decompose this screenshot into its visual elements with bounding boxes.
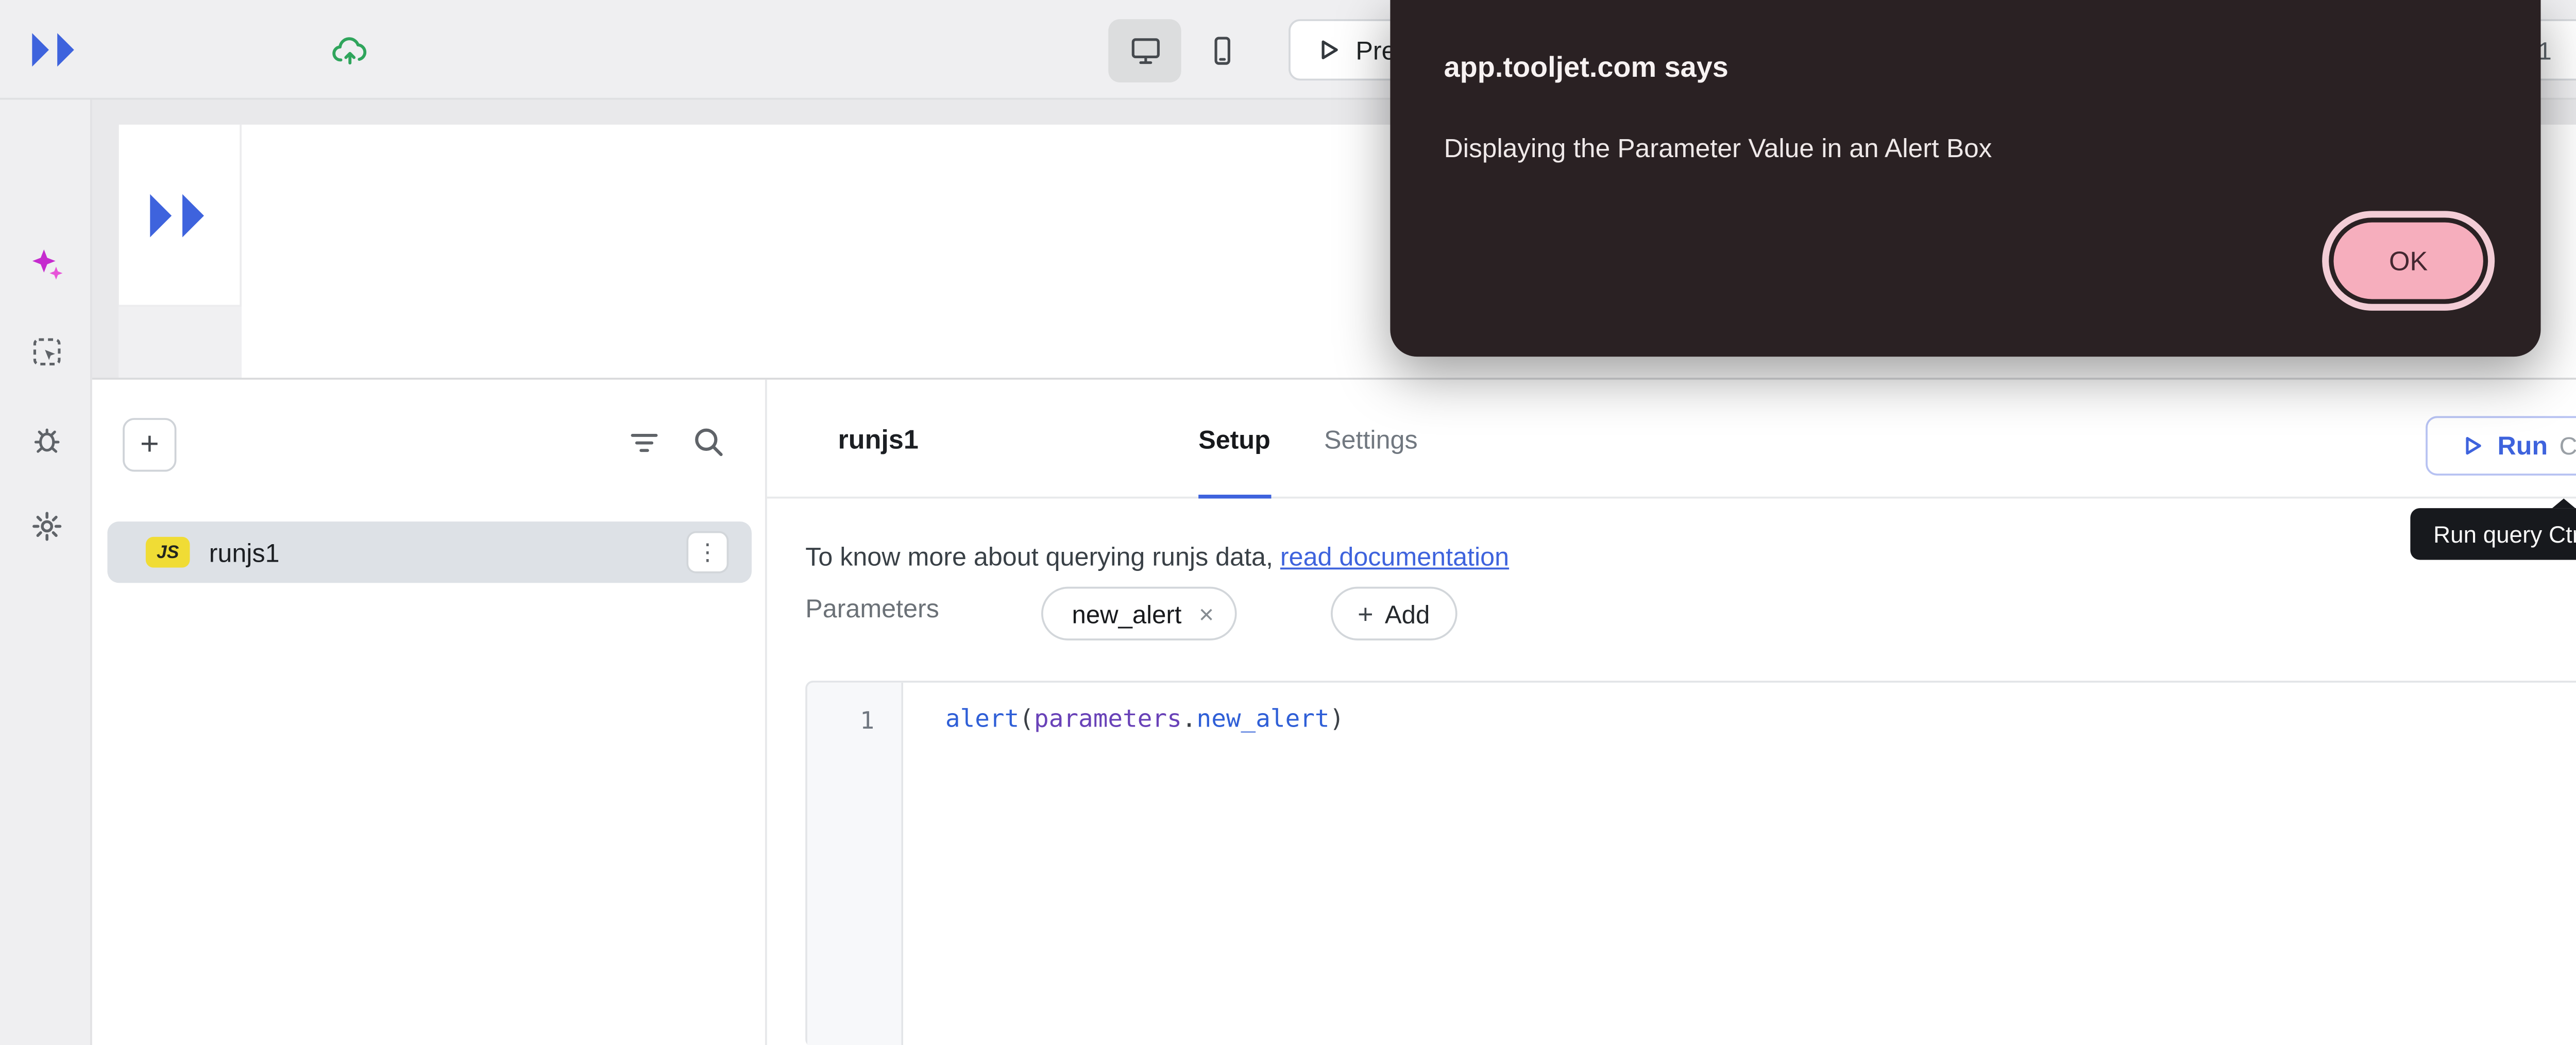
doc-hint-text: To know more about querying runjs data, (805, 543, 1280, 571)
query-item-name: runjs1 (209, 538, 280, 567)
query-item-menu-button[interactable]: ⋮ (686, 531, 728, 574)
query-editor-panel: runjs1 Setup Settings Run Ctrl+Enter Pre… (767, 380, 2576, 1045)
tab-settings[interactable]: Settings (1324, 380, 1418, 499)
tooljet-logo-image (145, 189, 214, 241)
search-icon[interactable] (690, 424, 727, 460)
tooljet-logo-icon (27, 27, 84, 73)
code-token-property: new_alert (1197, 705, 1330, 734)
add-parameter-label: Add (1385, 599, 1430, 628)
code-token-paren: ( (1019, 705, 1034, 734)
query-tabs: Setup Settings (1198, 380, 1417, 499)
parameters-label: Parameters (805, 595, 939, 623)
tooltip-text: Run query Ctrl+Enter (2433, 520, 2576, 547)
plus-icon: + (1358, 600, 1373, 627)
doc-hint: To know more about querying runjs data, … (805, 543, 1509, 571)
browser-alert-dialog: app.tooljet.com says Displaying the Para… (1390, 0, 2540, 357)
parameter-pill-new-alert[interactable]: new_alert × (1041, 587, 1237, 641)
run-query-tooltip: Run query Ctrl+Enter (2410, 508, 2576, 560)
read-documentation-link[interactable]: read documentation (1280, 543, 1509, 571)
settings-gear-icon[interactable] (21, 500, 71, 550)
alert-title: app.tooljet.com says (1444, 52, 2483, 86)
line-number: 1 (860, 705, 874, 734)
run-query-button[interactable]: Run Ctrl+Enter (2426, 416, 2576, 475)
run-shortcut: Ctrl+Enter (2560, 431, 2576, 460)
parameter-name: new_alert (1072, 599, 1182, 628)
tooljet-app-builder: Preview v1 Development (0, 0, 2576, 1045)
query-list-item-runjs1[interactable]: JS runjs1 ⋮ (107, 521, 752, 583)
kebab-icon: ⋮ (696, 539, 719, 566)
alert-actions: OK (1444, 223, 2483, 299)
js-badge: JS (146, 537, 190, 568)
code-token-paren-close: ) (1330, 705, 1345, 734)
inspector-icon[interactable] (21, 326, 71, 376)
query-editor-header: runjs1 Setup Settings Run Ctrl+Enter Pre… (767, 380, 2576, 499)
alert-message: Displaying the Parameter Value in an Ale… (1444, 132, 2483, 165)
filter-icon[interactable] (627, 426, 662, 460)
alert-ok-button[interactable]: OK (2334, 223, 2483, 299)
editor-gutter: 1 (807, 683, 903, 1045)
debugger-icon[interactable] (21, 414, 71, 464)
mobile-view-button[interactable] (1185, 19, 1258, 82)
code-line[interactable]: alert(parameters.new_alert) (945, 705, 1344, 734)
code-editor[interactable]: 1 alert(parameters.new_alert) (805, 681, 2576, 1045)
run-label: Run (2497, 431, 2548, 460)
code-token-dot: . (1182, 705, 1197, 734)
remove-parameter-icon[interactable]: × (1199, 599, 1214, 628)
query-panel: + JS runjs1 ⋮ runjs1 (92, 378, 2576, 1045)
play-icon (1315, 37, 1342, 63)
canvas-gray-region (119, 307, 242, 378)
device-toggle (1108, 19, 1258, 82)
tooltip-arrow (2552, 498, 2575, 508)
add-parameter-button[interactable]: + Add (1331, 587, 1456, 641)
run-play-icon (2461, 433, 2486, 458)
code-token-function: alert (945, 705, 1019, 734)
desktop-view-button[interactable] (1108, 19, 1181, 82)
code-token-variable: parameters (1034, 705, 1182, 734)
query-name: runjs1 (838, 380, 918, 499)
tooljet-ai-icon[interactable] (21, 238, 71, 288)
tab-setup[interactable]: Setup (1198, 380, 1270, 499)
query-list-panel: + JS runjs1 ⋮ (92, 380, 767, 1045)
left-sidebar (0, 99, 92, 1045)
logo-image-widget[interactable] (119, 125, 242, 307)
cloud-sync-icon (330, 31, 368, 69)
add-query-button[interactable]: + (123, 418, 176, 471)
